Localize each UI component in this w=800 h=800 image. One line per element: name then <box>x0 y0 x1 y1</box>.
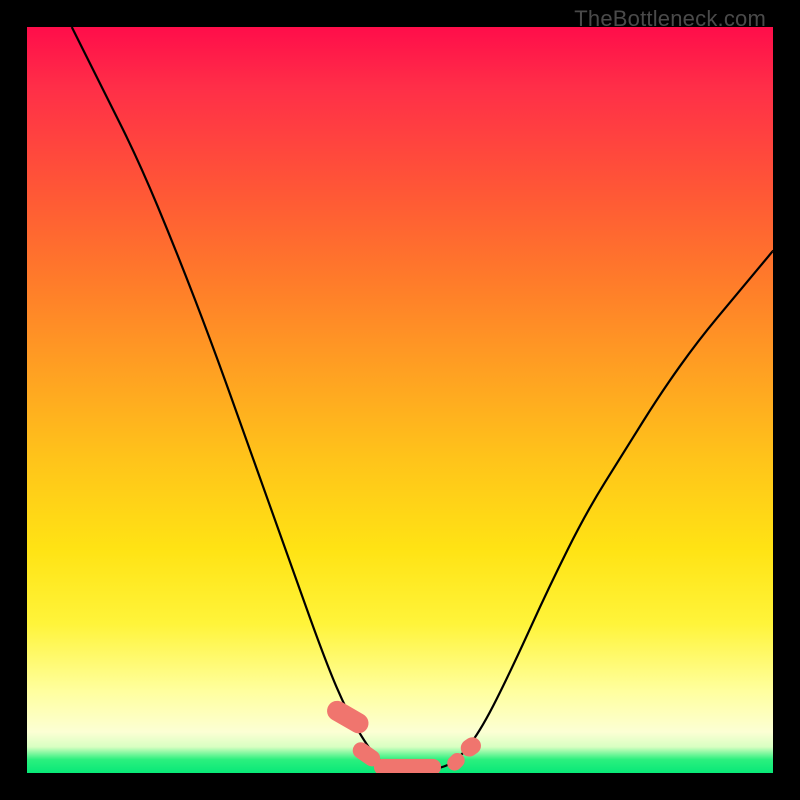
marker-trough-bar <box>374 759 441 773</box>
chart-frame: TheBottleneck.com <box>0 0 800 800</box>
marker-left-cap-upper <box>323 697 372 737</box>
bottleneck-curve <box>72 27 773 769</box>
watermark-text: TheBottleneck.com <box>574 6 766 32</box>
chart-markers <box>323 697 484 773</box>
chart-plot-area <box>27 27 773 773</box>
chart-svg <box>27 27 773 773</box>
